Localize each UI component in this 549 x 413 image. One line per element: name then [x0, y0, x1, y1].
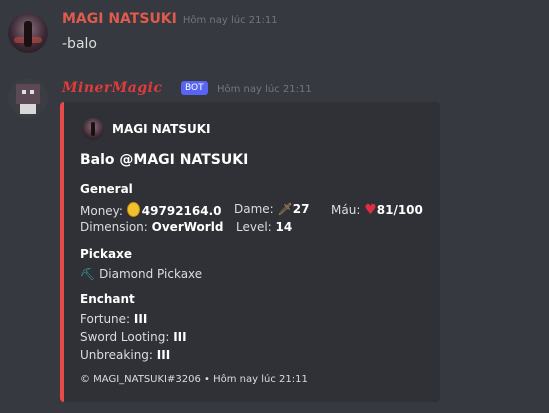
mau-label: Máu: — [331, 203, 361, 217]
section-general-heading: General — [80, 182, 133, 196]
pickaxe-line: ⛏ Diamond Pickaxe — [80, 267, 202, 281]
avatar-minermagic[interactable] — [8, 78, 48, 118]
pickaxe-icon: ⛏ — [80, 267, 96, 281]
enchant-value: III — [133, 312, 148, 326]
author-name-bot[interactable]: MinerMagic — [62, 80, 162, 96]
embed-card: MAGI NATSUKI Balo @MAGI NATSUKI General … — [60, 102, 440, 402]
avatar-magi[interactable] — [8, 13, 48, 53]
avatar-pixel — [22, 90, 26, 94]
dame-label: Dame: — [234, 202, 274, 216]
money-line: Money: 49792164.0 — [80, 202, 222, 218]
author-name[interactable]: MAGI NATSUKI — [62, 11, 177, 27]
dame-line: Dame: 🗡27 — [234, 202, 309, 216]
message-content: -balo — [62, 36, 97, 52]
section-enchant-heading: Enchant — [80, 292, 135, 306]
embed-footer: © MAGI_NATSUKI#3206 • Hôm nay lúc 21:11 — [80, 374, 308, 385]
embed-title: Balo @MAGI NATSUKI — [80, 152, 249, 168]
avatar-figure — [91, 122, 95, 136]
sword-icon: 🗡 — [277, 202, 293, 216]
dimension-label: Dimension: — [80, 220, 148, 234]
avatar-pixel — [20, 104, 36, 114]
money-label: Money: — [80, 204, 123, 218]
enchant-label: Sword Looting: — [80, 330, 170, 344]
level-line: Level: 14 — [236, 220, 292, 234]
bot-badge: BOT — [181, 81, 208, 95]
money-value: 49792164.0 — [141, 204, 222, 218]
message-timestamp: Hôm nay lúc 21:11 — [217, 84, 312, 95]
message-author[interactable]: MAGI NATSUKI Hôm nay lúc 21:11 — [62, 11, 278, 27]
level-value: 14 — [275, 220, 293, 234]
dame-value: 27 — [292, 202, 310, 216]
heart-icon: ♥ — [364, 202, 377, 218]
avatar-figure — [24, 21, 32, 47]
enchant-label: Unbreaking: — [80, 348, 153, 362]
enchant-value: III — [173, 330, 187, 344]
dimension-line: Dimension: OverWorld — [80, 220, 223, 234]
coin-icon — [126, 202, 140, 217]
enchant-label: Fortune: — [80, 312, 131, 326]
embed-author-avatar — [82, 118, 104, 140]
mau-line: Máu: ♥81/100 — [331, 202, 423, 218]
message-timestamp: Hôm nay lúc 21:11 — [182, 15, 278, 26]
enchant-line: Unbreaking: III — [80, 348, 170, 362]
enchant-value: III — [156, 348, 171, 362]
enchant-line: Fortune: III — [80, 312, 147, 326]
enchant-line: Sword Looting: III — [80, 330, 187, 344]
mau-value: 81/100 — [376, 203, 423, 217]
section-pickaxe-heading: Pickaxe — [80, 247, 132, 261]
level-label: Level: — [236, 220, 272, 234]
pickaxe-value: Diamond Pickaxe — [99, 267, 203, 281]
avatar-pixel — [30, 90, 34, 94]
embed-author: MAGI NATSUKI — [112, 122, 211, 136]
avatar-pixel — [16, 84, 40, 104]
dimension-value: OverWorld — [151, 220, 224, 234]
